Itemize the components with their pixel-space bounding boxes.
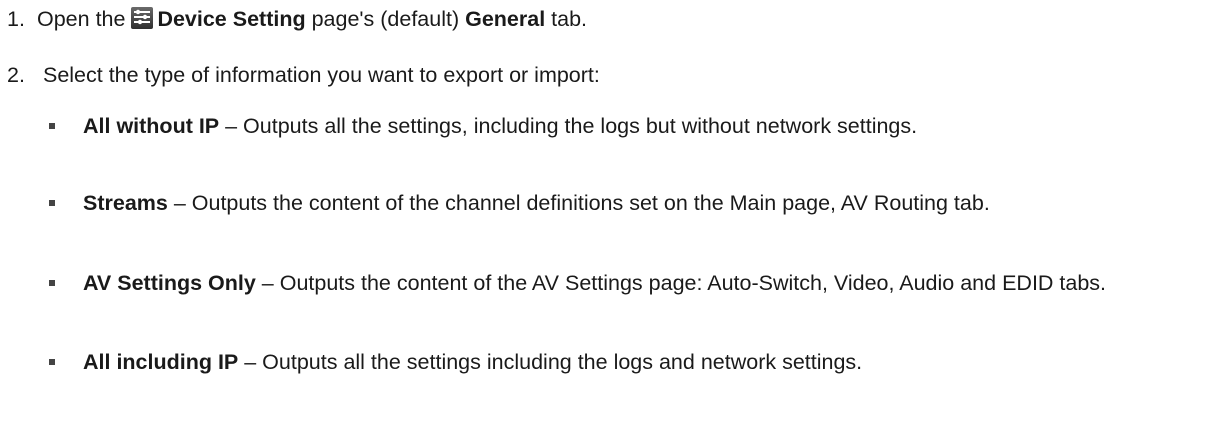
step-text: Open the: [37, 7, 132, 31]
bullet-icon: [49, 123, 55, 129]
option-description: – Outputs all the settings, including th…: [219, 114, 918, 138]
option-description: – Outputs the content of the channel def…: [167, 191, 990, 215]
option-description: – Outputs the content of the AV Settings…: [255, 271, 1107, 295]
device-setting-icon: [131, 7, 154, 29]
step-number: 2.: [7, 63, 25, 87]
device-setting-label: Device Setting: [157, 7, 306, 31]
bullet-icon: [49, 280, 55, 286]
option-description: – Outputs all the settings including the…: [238, 350, 863, 374]
step-number: 1.: [7, 7, 25, 31]
option-term: All without IP: [83, 114, 220, 138]
bullet-icon: [49, 359, 55, 365]
step-text: page's (default): [305, 7, 466, 31]
option-term: All including IP: [83, 350, 239, 374]
step-text: Select the type of information you want …: [42, 63, 600, 87]
step-1: 1. Open the Device Setting page's (defaul…: [7, 6, 587, 32]
step-text: tab.: [545, 7, 588, 31]
bullet-icon: [49, 200, 55, 206]
option-term: Streams: [83, 191, 168, 215]
step-2: 2. Select the type of information you wa…: [7, 62, 600, 88]
general-tab-label: General: [465, 7, 546, 31]
document: 1. Open the Device Setting page's (defaul…: [0, 0, 1210, 437]
option-term: AV Settings Only: [83, 271, 256, 295]
